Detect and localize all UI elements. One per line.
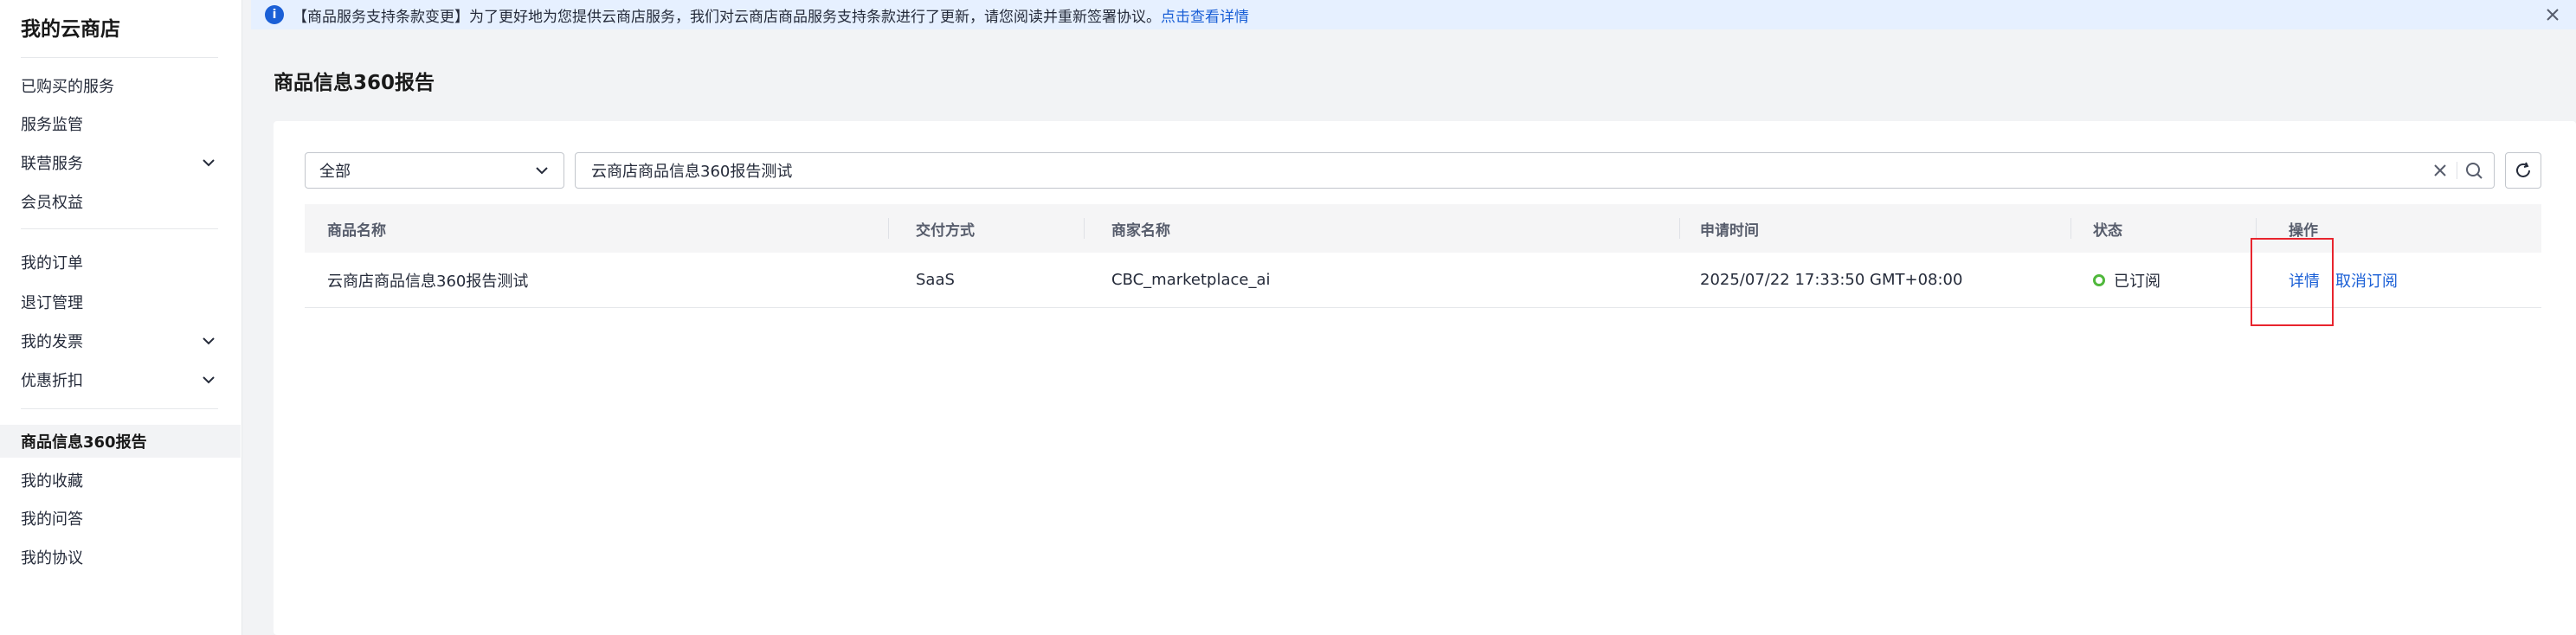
search-input[interactable]: 云商店商品信息360报告测试	[575, 152, 2495, 189]
sidebar-item-label: 我的收藏	[21, 472, 83, 491]
refresh-icon	[2516, 162, 2530, 177]
sidebar-item-label: 联营服务	[21, 155, 83, 173]
page-title: 商品信息360报告	[274, 72, 435, 94]
sidebar-item-label: 退订管理	[21, 294, 83, 312]
sidebar-divider	[21, 408, 218, 409]
sidebar-item-my-invoices[interactable]: 我的发票	[0, 324, 241, 357]
sidebar-item-product-report[interactable]: 商品信息360报告	[0, 425, 241, 458]
column-divider	[1679, 218, 1680, 239]
sidebar-item-label: 会员权益	[21, 194, 83, 212]
column-divider	[1084, 218, 1085, 239]
sidebar-item-member-benefits[interactable]: 会员权益	[0, 185, 241, 218]
main-card: 全部 云商店商品信息360报告测试 商品名称 交付方式 商家名称 申请时间 状态…	[274, 121, 2576, 635]
chevron-down-icon	[203, 159, 215, 167]
search-icon[interactable]	[2464, 161, 2483, 180]
notice-text: 【商品服务支持条款变更】为了更好地为您提供云商店服务，我们对云商店商品服务支持条…	[293, 8, 1161, 26]
sidebar-item-label: 我的协议	[21, 549, 83, 568]
sidebar-divider	[21, 228, 218, 229]
sidebar-item-my-questions[interactable]: 我的问答	[0, 502, 241, 535]
sidebar-item-my-favorites[interactable]: 我的收藏	[0, 464, 241, 497]
header-product-name: 商品名称	[327, 221, 386, 240]
sidebar-title: 我的云商店	[21, 18, 120, 41]
search-value: 云商店商品信息360报告测试	[591, 163, 793, 181]
info-icon: i	[265, 5, 284, 24]
sidebar: 我的云商店 已购买的服务 服务监管 联营服务 会员权益 我的订单 退订管理 我的…	[0, 0, 242, 635]
select-value: 全部	[319, 163, 351, 181]
chevron-down-icon	[203, 337, 215, 345]
status-label: 已订阅	[2114, 272, 2161, 291]
sidebar-item-label: 我的发票	[21, 333, 83, 351]
cell-status: 已订阅	[2093, 253, 2161, 307]
chevron-down-icon	[203, 376, 215, 384]
sidebar-divider	[21, 57, 218, 58]
header-merchant: 商家名称	[1111, 221, 1170, 240]
status-indicator	[2093, 273, 2105, 286]
sidebar-item-label: 已购买的服务	[21, 78, 114, 96]
unsubscribe-link[interactable]: 取消订阅	[2335, 269, 2398, 292]
cell-merchant: CBC_marketplace_ai	[1111, 271, 1271, 289]
sidebar-item-service-supervision[interactable]: 服务监管	[0, 107, 241, 140]
report-table: 商品名称 交付方式 商家名称 申请时间 状态 操作 云商店商品信息360报告测试…	[305, 204, 2541, 308]
sidebar-item-label: 我的订单	[21, 254, 83, 273]
refresh-button[interactable]	[2505, 152, 2541, 189]
status-filter-select[interactable]: 全部	[305, 152, 564, 189]
close-icon[interactable]	[2543, 5, 2562, 24]
table-header: 商品名称 交付方式 商家名称 申请时间 状态 操作	[305, 204, 2541, 253]
sidebar-item-my-agreements[interactable]: 我的协议	[0, 541, 241, 574]
sidebar-item-label: 优惠折扣	[21, 372, 83, 390]
cell-product-name: 云商店商品信息360报告测试	[327, 272, 529, 291]
cell-delivery: SaaS	[916, 271, 955, 289]
sidebar-item-purchased-services[interactable]: 已购买的服务	[0, 69, 241, 102]
sidebar-item-label: 我的问答	[21, 510, 83, 529]
sidebar-item-label: 商品信息360报告	[21, 433, 147, 452]
clear-icon[interactable]	[2431, 162, 2449, 179]
sidebar-item-discounts[interactable]: 优惠折扣	[0, 363, 241, 396]
sidebar-item-joint-services[interactable]: 联营服务	[0, 146, 241, 179]
header-status: 状态	[2093, 221, 2122, 240]
table-row: 云商店商品信息360报告测试 SaaS CBC_marketplace_ai 2…	[305, 253, 2541, 308]
sidebar-item-unsubscribe-management[interactable]: 退订管理	[0, 285, 241, 318]
notice-detail-link[interactable]: 点击查看详情	[1161, 4, 1249, 26]
highlight-box	[2251, 238, 2334, 326]
header-apply-time: 申请时间	[1700, 221, 1759, 240]
cell-apply-time: 2025/07/22 17:33:50 GMT+08:00	[1700, 271, 1963, 289]
chevron-down-icon	[536, 167, 548, 175]
column-divider	[888, 218, 889, 239]
sidebar-item-my-orders[interactable]: 我的订单	[0, 246, 241, 279]
column-divider	[2070, 218, 2071, 239]
sidebar-item-label: 服务监管	[21, 116, 83, 134]
notice-bar: i 【商品服务支持条款变更】为了更好地为您提供云商店服务，我们对云商店商品服务支…	[251, 0, 2576, 29]
column-divider	[2256, 218, 2257, 239]
header-delivery: 交付方式	[916, 221, 975, 240]
